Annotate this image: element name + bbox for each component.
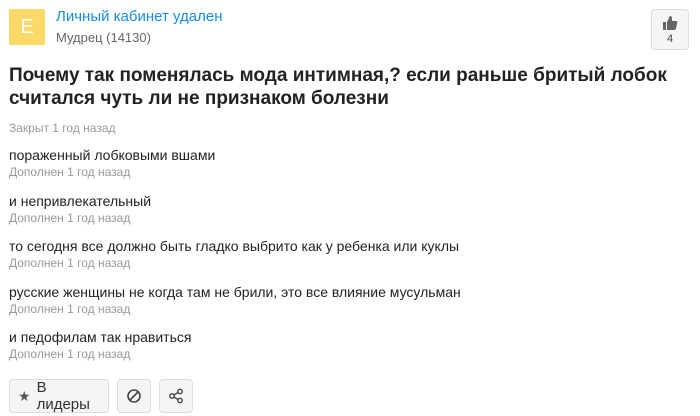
question-additions: пораженный лобковыми вшами Дополнен 1 го…: [9, 146, 461, 374]
addition-text: и непривлекательный: [9, 192, 152, 209]
addition-item: и непривлекательный Дополнен 1 год назад: [9, 192, 461, 238]
to-leaders-button[interactable]: ★ В лидеры: [9, 379, 109, 413]
addition-timestamp: Дополнен 1 год назад: [9, 210, 131, 225]
like-button[interactable]: 4: [651, 9, 689, 50]
avatar[interactable]: Е: [9, 9, 45, 45]
addition-item: пораженный лобковыми вшами Дополнен 1 го…: [9, 146, 461, 192]
addition-timestamp: Дополнен 1 год назад: [9, 165, 131, 179]
like-count: 4: [666, 32, 674, 45]
addition-text: пораженный лобковыми вшами: [9, 147, 216, 163]
share-icon: [169, 388, 183, 404]
addition-text: и педофилам так нравиться: [9, 329, 192, 345]
addition-timestamp: Дополнен 1 год назад: [9, 256, 131, 270]
action-bar: ★ В лидеры: [9, 379, 193, 413]
addition-item: русские женщины не когда там не брили, э…: [9, 283, 461, 329]
author-rank: Мудрец (14130): [56, 30, 151, 45]
closed-status: Закрыт 1 год назад: [9, 121, 116, 135]
thumbs-up-icon: [663, 15, 678, 30]
addition-text: то сегодня все должно быть гладко выбрит…: [9, 238, 460, 254]
author-name-link[interactable]: Личный кабинет удален: [56, 8, 223, 26]
report-button[interactable]: [117, 379, 151, 413]
addition-timestamp: Дополнен 1 год назад: [9, 347, 131, 361]
question-title: Почему так поменялась мода интимная,? ес…: [9, 65, 667, 109]
addition-item: то сегодня все должно быть гладко выбрит…: [9, 237, 461, 283]
star-icon: ★: [18, 387, 31, 404]
block-icon: [127, 389, 141, 403]
to-leaders-label: В лидеры: [36, 379, 90, 413]
author-block: Е Личный кабинет удален Мудрец (14130): [9, 8, 223, 46]
addition-text: русские женщины не когда там не брили, э…: [9, 283, 461, 300]
question-page: Е Личный кабинет удален Мудрец (14130) 4…: [0, 0, 700, 416]
share-button[interactable]: [159, 379, 193, 413]
addition-item: и педофилам так нравиться Дополнен 1 год…: [9, 328, 461, 374]
addition-timestamp: Дополнен 1 год назад: [9, 301, 131, 316]
